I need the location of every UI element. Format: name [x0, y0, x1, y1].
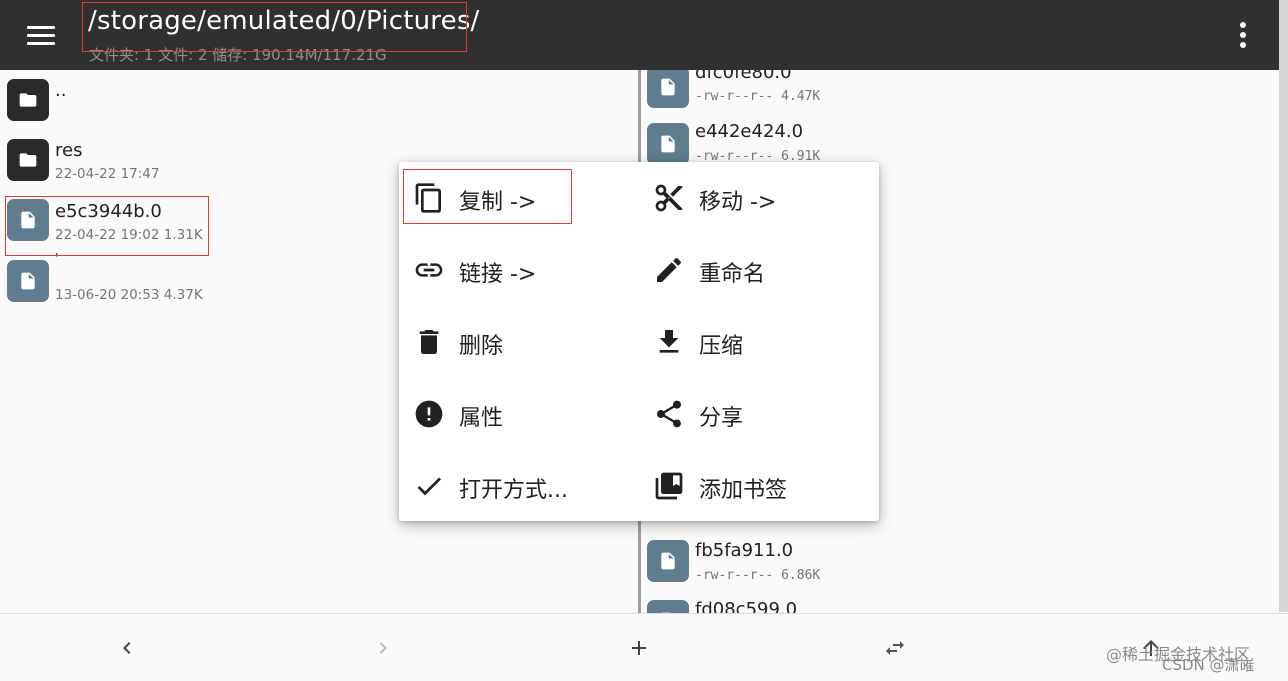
file-icon: [647, 123, 689, 165]
download-icon: [659, 330, 679, 353]
scrollbar[interactable]: [1279, 0, 1288, 612]
menu-item-delete[interactable]: 删除: [399, 306, 639, 378]
menu-item-share[interactable]: 分享: [639, 378, 879, 450]
storage-summary: 文件夹: 1 文件: 2 储存: 190.14M/117.21G: [89, 46, 387, 64]
file-name: res: [55, 140, 83, 161]
file-name: fb5fa911.0: [695, 540, 794, 561]
hamburger-menu-icon[interactable]: [22, 20, 60, 50]
list-item-file-fd08c599[interactable]: fd08c599.0: [641, 598, 1279, 613]
context-menu: 复制 -> 移动 -> 链接 -> 重命名 删除 压缩 属性 分享 打开方式..…: [399, 162, 879, 521]
file-icon: [7, 199, 49, 241]
trash-icon: [419, 330, 439, 354]
menu-item-open-with[interactable]: 打开方式...: [399, 450, 639, 522]
copy-icon: [415, 183, 441, 213]
info-alert-icon: [415, 400, 443, 428]
file-meta: -rw-r--r-- 4.47K: [695, 89, 821, 104]
menu-item-bookmark[interactable]: 添加书签: [639, 450, 879, 522]
watermark-text: CSDN @潇嶉: [1162, 656, 1255, 674]
pencil-icon: [657, 257, 682, 282]
menu-item-properties[interactable]: 属性: [399, 378, 639, 450]
more-vert-icon[interactable]: [1226, 18, 1260, 52]
current-path: /storage/emulated/0/Pictures/: [88, 6, 480, 36]
share-icon: [657, 400, 681, 428]
menu-item-label: 属性: [459, 406, 504, 431]
link-icon: [415, 263, 443, 277]
menu-item-compress[interactable]: 压缩: [639, 306, 879, 378]
menu-item-move[interactable]: 移动 ->: [639, 162, 879, 234]
folder-icon: [7, 139, 49, 181]
scissors-icon: [655, 184, 683, 212]
file-meta: 22-04-22 17:47: [55, 166, 160, 182]
file-name: ..: [55, 80, 67, 101]
file-meta: -rw-r--r-- 6.86K: [695, 568, 821, 583]
menu-item-label: 删除: [459, 334, 504, 359]
check-icon: [417, 477, 441, 496]
list-item-parent-folder[interactable]: ..: [0, 70, 638, 130]
menu-item-label: 重命名: [699, 262, 766, 287]
chevron-left-icon[interactable]: [107, 628, 147, 668]
file-meta: 13-06-20 20:53 4.37K: [55, 287, 203, 303]
menu-item-label: 压缩: [699, 334, 744, 359]
file-meta: 22-04-22 19:02 1.31K: [55, 227, 203, 243]
swap-horizontal-icon[interactable]: [875, 628, 915, 668]
folder-icon: [7, 79, 49, 121]
menu-item-copy[interactable]: 复制 ->: [399, 162, 639, 234]
file-name: e5c3944b.0: [55, 201, 162, 222]
file-name: fd08c599.0: [695, 599, 798, 613]
file-icon: [647, 600, 689, 613]
plus-icon[interactable]: [619, 628, 659, 668]
file-icon: [647, 540, 689, 582]
list-item-file-dfc0fe80[interactable]: dfc0fe80.0 -rw-r--r-- 4.47K: [641, 70, 1279, 116]
menu-item-label: 复制 ->: [459, 190, 537, 215]
chevron-right-icon[interactable]: [363, 628, 403, 668]
file-name: dfc0fe80.0: [695, 70, 792, 83]
file-icon: [647, 70, 689, 108]
menu-item-label: 添加书签: [699, 478, 788, 503]
menu-item-label: 链接 ->: [459, 262, 537, 287]
menu-item-label: 打开方式...: [459, 478, 568, 503]
list-item-file-fb5fa911[interactable]: fb5fa911.0 -rw-r--r-- 6.86K: [641, 540, 1279, 600]
bottom-toolbar: @稀土掘金技术社区 CSDN @潇嶉: [0, 613, 1288, 681]
menu-item-label: 移动 ->: [699, 190, 777, 215]
bookmarks-icon: [655, 472, 683, 500]
file-name: e442e424.0: [695, 121, 804, 142]
top-app-bar: /storage/emulated/0/Pictures/ 文件夹: 1 文件:…: [0, 0, 1279, 70]
menu-item-rename[interactable]: 重命名: [639, 234, 879, 306]
file-icon: [7, 260, 49, 302]
menu-item-link[interactable]: 链接 ->: [399, 234, 639, 306]
menu-item-label: 分享: [699, 406, 744, 431]
file-name: ': [55, 252, 59, 267]
